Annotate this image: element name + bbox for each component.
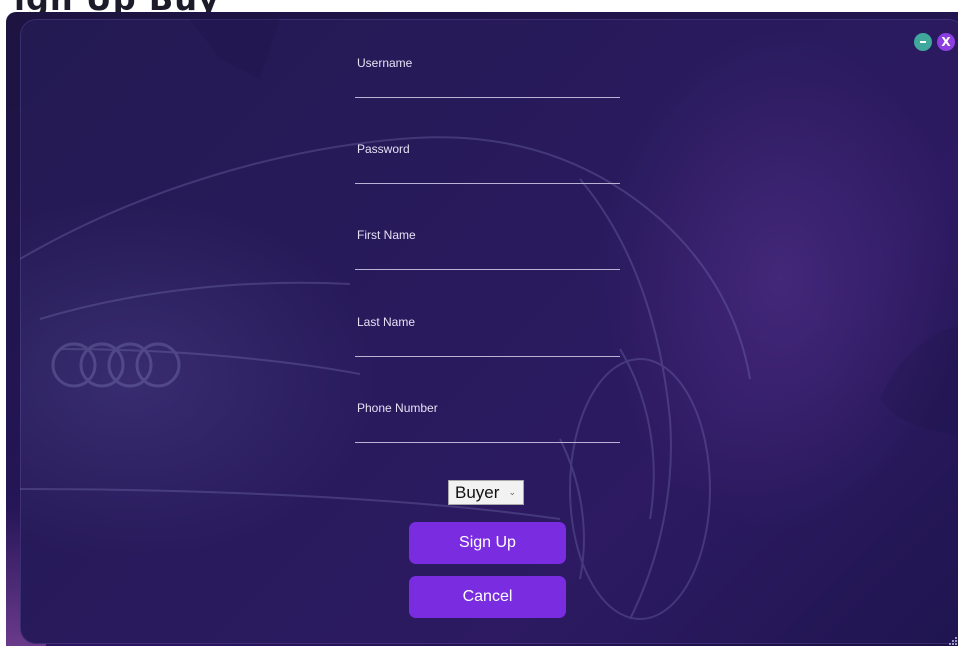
username-label: Username (357, 56, 413, 70)
close-button[interactable]: X (937, 33, 955, 51)
cancel-button[interactable]: Cancel (409, 576, 566, 618)
chevron-down-icon: ⌄ (508, 488, 516, 498)
minimize-button[interactable] (914, 33, 932, 51)
password-input[interactable] (355, 160, 620, 184)
first-name-input[interactable] (355, 246, 620, 270)
role-select[interactable]: Buyer ⌄ (448, 480, 524, 505)
sign-up-button[interactable]: Sign Up (409, 522, 566, 564)
minimize-icon (920, 41, 926, 43)
phone-number-input[interactable] (355, 419, 620, 443)
password-label: Password (357, 142, 410, 156)
first-name-label: First Name (357, 228, 416, 242)
resize-grip-icon[interactable] (948, 636, 958, 646)
close-icon: X (941, 35, 951, 49)
window-controls: X (914, 33, 955, 51)
last-name-input[interactable] (355, 333, 620, 357)
last-name-label: Last Name (357, 315, 416, 329)
phone-number-label: Phone Number (357, 401, 438, 415)
username-input[interactable] (355, 74, 620, 98)
role-select-value: Buyer (455, 482, 500, 502)
